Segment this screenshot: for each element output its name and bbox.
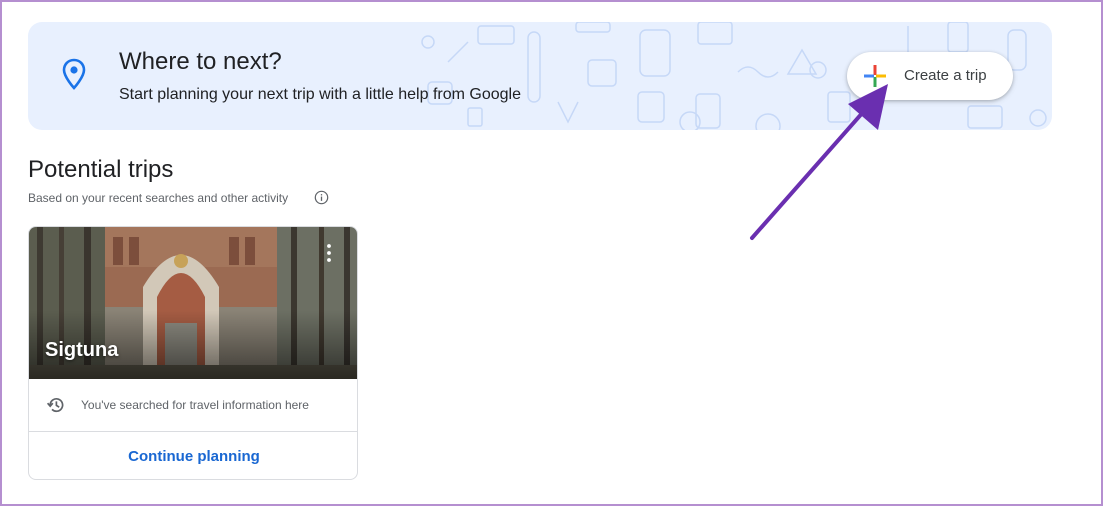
create-a-trip-label: Create a trip bbox=[904, 67, 987, 84]
history-icon bbox=[46, 397, 64, 413]
section-subtitle: Based on your recent searches and other … bbox=[28, 191, 289, 205]
info-icon[interactable] bbox=[314, 190, 329, 205]
continue-planning-button[interactable]: Continue planning bbox=[29, 432, 357, 479]
create-a-trip-button[interactable]: Create a trip bbox=[847, 52, 1013, 100]
section-title: Potential trips bbox=[28, 156, 174, 183]
banner-subtitle: Start planning your next trip with a lit… bbox=[119, 86, 521, 103]
banner-title: Where to next? bbox=[119, 48, 282, 75]
plus-icon bbox=[864, 65, 886, 87]
more-vert-icon[interactable] bbox=[325, 243, 333, 263]
trip-name: Sigtuna bbox=[45, 339, 119, 361]
location-pin-icon bbox=[62, 58, 86, 90]
trip-note: You've searched for travel information h… bbox=[81, 398, 309, 412]
where-to-next-banner: Where to next? Start planning your next … bbox=[28, 22, 1052, 130]
continue-planning-label: Continue planning bbox=[128, 448, 260, 465]
trip-card[interactable]: Sigtuna You've searched for travel infor… bbox=[28, 226, 358, 480]
